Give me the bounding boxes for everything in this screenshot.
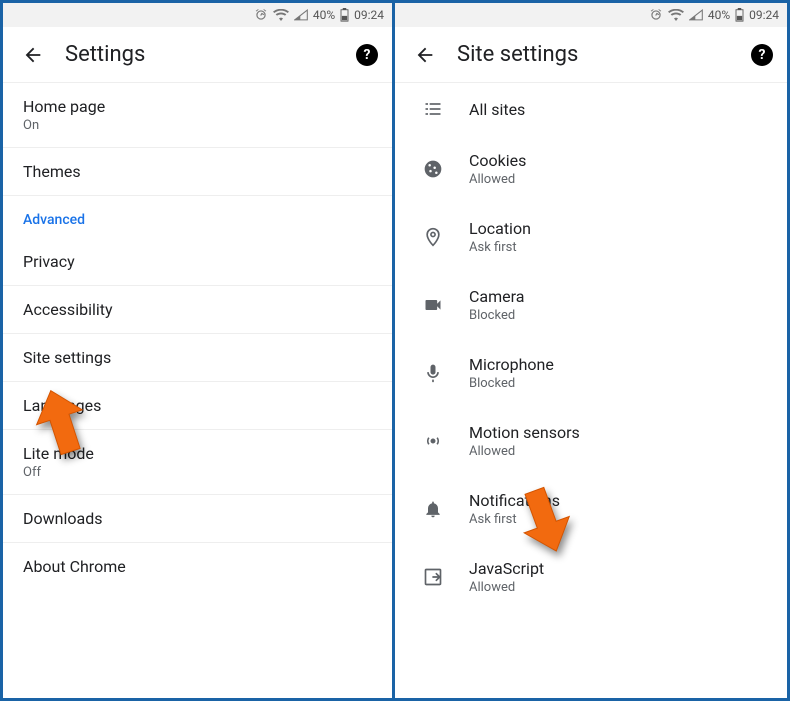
- row-location[interactable]: Location Ask first: [395, 203, 787, 271]
- row-all-sites[interactable]: All sites: [395, 83, 787, 135]
- item-label: Site settings: [23, 348, 372, 367]
- row-label: All sites: [469, 100, 525, 119]
- item-label: Languages: [23, 396, 372, 415]
- help-button[interactable]: ?: [751, 44, 773, 66]
- alarm-icon: [254, 8, 268, 22]
- microphone-icon: [413, 363, 453, 383]
- motion-icon: [413, 431, 453, 451]
- settings-list: Home page On Themes Advanced Privacy Acc…: [3, 83, 392, 698]
- back-button[interactable]: [13, 35, 53, 75]
- row-microphone[interactable]: Microphone Blocked: [395, 339, 787, 407]
- wifi-icon: [668, 9, 684, 21]
- item-label: Privacy: [23, 252, 372, 271]
- row-label: Cookies: [469, 151, 526, 170]
- item-themes[interactable]: Themes: [3, 148, 392, 196]
- item-home-page[interactable]: Home page On: [3, 83, 392, 148]
- item-sub: On: [23, 118, 372, 133]
- item-label: Downloads: [23, 509, 372, 528]
- row-sub: Blocked: [469, 308, 524, 323]
- signal-icon: [294, 9, 308, 21]
- arrow-left-icon: [414, 44, 436, 66]
- back-button[interactable]: [405, 35, 445, 75]
- location-icon: [413, 227, 453, 247]
- item-downloads[interactable]: Downloads: [3, 495, 392, 543]
- list-icon: [413, 99, 453, 119]
- status-bar: 40% 09:24: [3, 3, 392, 27]
- clock: 09:24: [749, 8, 779, 22]
- row-sub: Ask first: [469, 240, 531, 255]
- row-label: Motion sensors: [469, 423, 580, 442]
- item-label: About Chrome: [23, 557, 372, 576]
- row-camera[interactable]: Camera Blocked: [395, 271, 787, 339]
- javascript-icon: [413, 567, 453, 587]
- page-title: Site settings: [457, 42, 751, 67]
- row-sub: Allowed: [469, 580, 544, 595]
- status-bar: 40% 09:24: [395, 3, 787, 27]
- wifi-icon: [273, 9, 289, 21]
- row-sub: Allowed: [469, 444, 580, 459]
- signal-icon: [689, 9, 703, 21]
- row-label: JavaScript: [469, 559, 544, 578]
- app-bar: Site settings ?: [395, 27, 787, 83]
- row-cookies[interactable]: Cookies Allowed: [395, 135, 787, 203]
- item-lite-mode[interactable]: Lite mode Off: [3, 430, 392, 495]
- battery-percentage: 40%: [708, 8, 730, 22]
- help-button[interactable]: ?: [356, 44, 378, 66]
- arrow-left-icon: [22, 44, 44, 66]
- bell-icon: [413, 499, 453, 519]
- alarm-icon: [649, 8, 663, 22]
- row-label: Notifications: [469, 491, 560, 510]
- item-label: Lite mode: [23, 444, 372, 463]
- item-languages[interactable]: Languages: [3, 382, 392, 430]
- row-label: Camera: [469, 287, 524, 306]
- phone-right: 40% 09:24 Site settings ? All sites Cook…: [395, 0, 790, 701]
- clock: 09:24: [354, 8, 384, 22]
- battery-percentage: 40%: [313, 8, 335, 22]
- row-label: Microphone: [469, 355, 554, 374]
- item-label: Accessibility: [23, 300, 372, 319]
- item-sub: Off: [23, 465, 372, 480]
- battery-icon: [340, 8, 349, 22]
- row-motion-sensors[interactable]: Motion sensors Allowed: [395, 407, 787, 475]
- site-settings-list: All sites Cookies Allowed Location Ask f…: [395, 83, 787, 698]
- phone-left: 40% 09:24 Settings ? Home page On Themes…: [0, 0, 395, 701]
- app-bar: Settings ?: [3, 27, 392, 83]
- page-title: Settings: [65, 42, 356, 67]
- item-accessibility[interactable]: Accessibility: [3, 286, 392, 334]
- row-sub: Blocked: [469, 376, 554, 391]
- cookie-icon: [413, 159, 453, 179]
- item-label: Home page: [23, 97, 372, 116]
- section-advanced: Advanced: [3, 196, 392, 238]
- row-notifications[interactable]: Notifications Ask first: [395, 475, 787, 543]
- item-privacy[interactable]: Privacy: [3, 238, 392, 286]
- item-about-chrome[interactable]: About Chrome: [3, 543, 392, 590]
- item-label: Themes: [23, 162, 372, 181]
- row-javascript[interactable]: JavaScript Allowed: [395, 543, 787, 611]
- row-sub: Ask first: [469, 512, 560, 527]
- row-label: Location: [469, 219, 531, 238]
- battery-icon: [735, 8, 744, 22]
- camera-icon: [413, 295, 453, 315]
- row-sub: Allowed: [469, 172, 526, 187]
- item-site-settings[interactable]: Site settings: [3, 334, 392, 382]
